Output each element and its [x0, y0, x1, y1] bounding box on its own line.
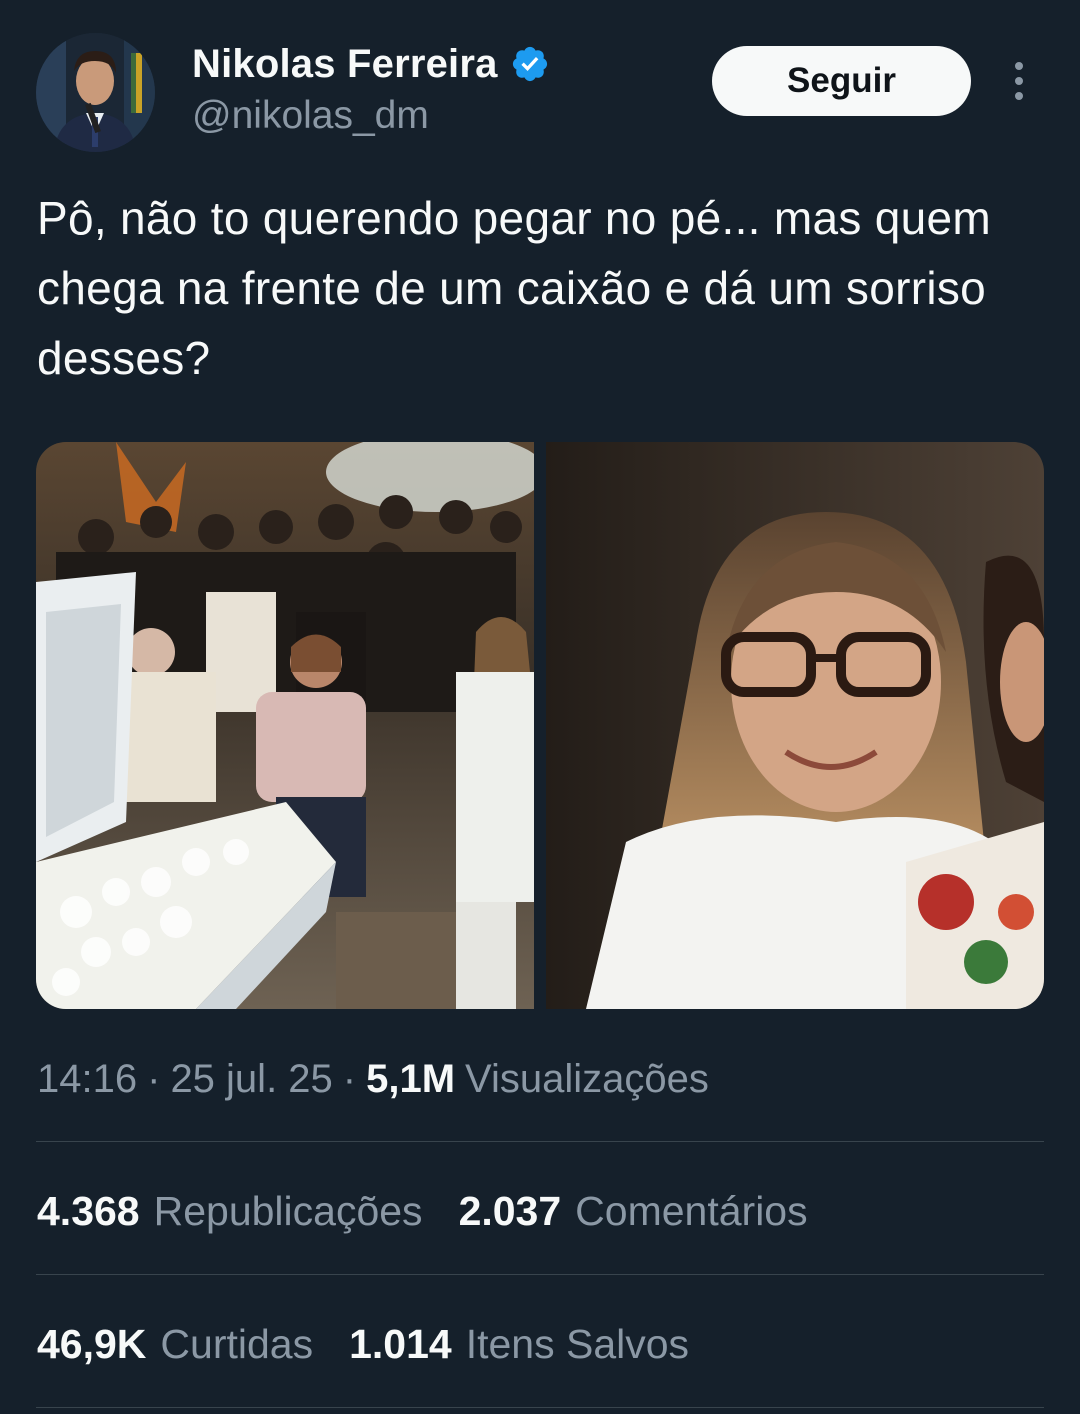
author-name-row[interactable]: Nikolas Ferreira [192, 38, 550, 90]
author-handle[interactable]: @nikolas_dm [192, 94, 429, 138]
saves-stat[interactable]: 1.014 Itens Salvos [349, 1321, 689, 1368]
comments-label: Comentários [575, 1187, 808, 1234]
avatar[interactable] [36, 33, 155, 152]
more-vertical-icon[interactable] [1001, 56, 1037, 106]
comments-stat[interactable]: 2.037 Comentários [459, 1188, 808, 1235]
stats-row-likes: 46,9K Curtidas 1.014 Itens Salvos [37, 1314, 689, 1374]
display-name[interactable]: Nikolas Ferreira [192, 42, 498, 87]
tweet-time[interactable]: 14:16 [37, 1057, 137, 1102]
tweet-date[interactable]: 25 jul. 25 [170, 1057, 332, 1102]
divider [36, 1274, 1044, 1275]
saves-label: Itens Salvos [465, 1320, 690, 1367]
tweet-meta: 14:16 · 25 jul. 25 · 5,1M Visualizações [37, 1052, 709, 1106]
media-photo-closeup[interactable] [546, 442, 1044, 1009]
media-photo-funeral[interactable] [36, 442, 534, 1009]
divider [36, 1407, 1044, 1408]
dot [1015, 77, 1023, 85]
media-grid [36, 442, 1044, 1009]
meta-separator: · [147, 1056, 161, 1101]
dot [1015, 92, 1023, 100]
tweet: Nikolas Ferreira @nikolas_dm Seguir Pô, … [0, 0, 1080, 1414]
tweet-text: Pô, não to querendo pegar no pé... mas q… [37, 192, 991, 384]
comments-count: 2.037 [458, 1187, 562, 1234]
closeup-photo-image [546, 442, 1044, 1009]
verified-badge-icon [512, 46, 547, 82]
reposts-label: Republicações [153, 1187, 423, 1234]
views-label: Visualizações [465, 1056, 709, 1101]
likes-stat[interactable]: 46,9K Curtidas [37, 1321, 313, 1368]
funeral-photo-image [36, 442, 534, 1009]
stats-row-engagement: 4.368 Republicações 2.037 Comentários [37, 1181, 808, 1241]
likes-count: 46,9K [37, 1320, 147, 1367]
likes-label: Curtidas [160, 1320, 314, 1367]
meta-separator: · [342, 1056, 357, 1101]
reposts-count: 4.368 [37, 1187, 140, 1234]
views-count: 5,1M [366, 1056, 456, 1101]
follow-button[interactable]: Seguir [712, 46, 971, 116]
divider [36, 1141, 1044, 1142]
saves-count: 1.014 [349, 1320, 452, 1367]
avatar-image [36, 33, 155, 152]
dot [1015, 62, 1023, 70]
reposts-stat[interactable]: 4.368 Republicações [37, 1188, 423, 1235]
